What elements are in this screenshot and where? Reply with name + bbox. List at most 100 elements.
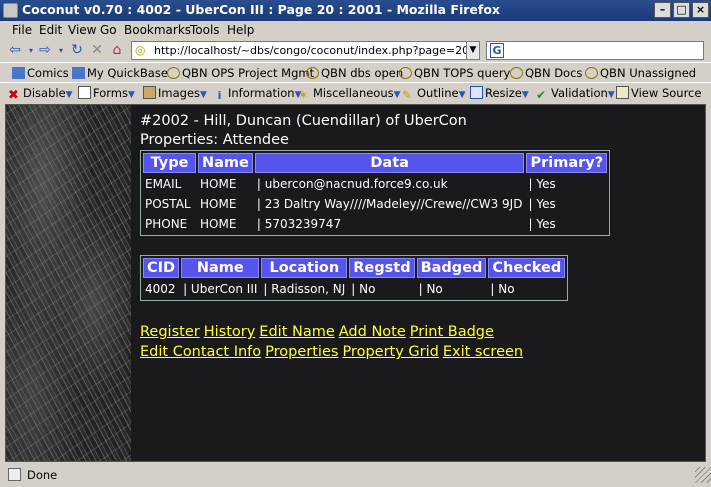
table-row: PHONE HOME | 5703239747 | Yes bbox=[143, 215, 607, 233]
dev-resize[interactable]: Resize▼ bbox=[470, 86, 529, 100]
menu-file[interactable]: File bbox=[12, 23, 32, 37]
menu-help[interactable]: Help bbox=[227, 23, 254, 37]
stop-icon[interactable]: ✕ bbox=[90, 43, 104, 58]
cell-name: HOME bbox=[200, 197, 237, 211]
bookmark-comics[interactable]: Comics bbox=[12, 66, 69, 80]
menu-bar: File Edit View Go Bookmarks Tools Help bbox=[0, 21, 711, 40]
page-title: #2002 - Hill, Duncan (Cuendillar) of Ube… bbox=[140, 113, 467, 129]
property-grid-link[interactable]: Property Grid bbox=[342, 344, 438, 360]
cell-type: EMAIL bbox=[145, 177, 182, 191]
table-header-row: Type Name Data Primary? bbox=[143, 153, 608, 173]
search-box[interactable]: G bbox=[486, 41, 704, 60]
history-link[interactable]: History bbox=[204, 324, 256, 340]
cell-data: | 23 Daltry Way////Madeley//Crewe//CW3 9… bbox=[256, 197, 523, 211]
status-bar: Done bbox=[0, 463, 711, 487]
view-source-icon bbox=[616, 86, 629, 99]
dev-images[interactable]: Images▼ bbox=[143, 86, 207, 100]
back-dropdown-icon[interactable]: ▾ bbox=[24, 43, 38, 58]
column-header-checked: Checked bbox=[488, 258, 566, 278]
cell-location: | Radisson, NJ bbox=[263, 282, 346, 296]
column-header-badged: Badged bbox=[416, 258, 487, 278]
bookmark-icon bbox=[306, 67, 319, 79]
bookmark-qbn-tops[interactable]: QBN TOPS query bbox=[399, 66, 510, 80]
url-bar[interactable]: ◎ http://localhost/~dbs/congo/coconut/in… bbox=[131, 41, 479, 60]
bookmark-qbn-dbs-open[interactable]: QBN dbs open bbox=[306, 66, 403, 80]
forward-dropdown-icon[interactable]: ▾ bbox=[54, 43, 68, 58]
information-icon: i bbox=[217, 89, 222, 102]
dev-outline[interactable]: ✎ Outline▼ bbox=[402, 86, 466, 102]
bookmark-my-quickbase[interactable]: My QuickBase bbox=[72, 66, 168, 80]
forms-icon bbox=[78, 86, 91, 99]
maximize-button[interactable]: □ bbox=[673, 2, 690, 18]
resize-icon bbox=[470, 86, 483, 99]
dev-miscellaneous[interactable]: ✶ Miscellaneous▼ bbox=[298, 86, 401, 102]
exit-screen-link[interactable]: Exit screen bbox=[443, 344, 523, 360]
register-link[interactable]: Register bbox=[140, 324, 200, 340]
table-row: 4002 | UberCon III | Radisson, NJ | No |… bbox=[143, 280, 565, 298]
bookmark-qbn-unassigned[interactable]: QBN Unassigned bbox=[585, 66, 696, 80]
menu-view[interactable]: View bbox=[68, 23, 96, 37]
column-header-primary: Primary? bbox=[526, 153, 608, 173]
home-icon[interactable]: ⌂ bbox=[110, 43, 124, 58]
print-badge-link[interactable]: Print Badge bbox=[410, 324, 494, 340]
bookmark-qbn-ops[interactable]: QBN OPS Project Mgmt bbox=[167, 66, 314, 80]
forward-icon[interactable]: ⇨ bbox=[38, 43, 52, 58]
table-row: POSTAL HOME | 23 Daltry Way////Madeley//… bbox=[143, 195, 607, 213]
dev-information[interactable]: i Information▼ bbox=[213, 86, 302, 102]
cell-cid: 4002 bbox=[145, 282, 176, 296]
cell-regstd: | No bbox=[351, 282, 376, 296]
cell-data: | ubercon@nacnud.force9.co.uk bbox=[256, 177, 448, 191]
outline-pencil-icon: ✎ bbox=[402, 88, 413, 102]
menu-tools[interactable]: Tools bbox=[190, 23, 220, 37]
url-text[interactable]: http://localhost/~dbs/congo/coconut/inde… bbox=[154, 44, 474, 57]
google-search-icon[interactable]: G bbox=[490, 43, 504, 58]
back-icon[interactable]: ⇦ bbox=[8, 43, 22, 58]
bookmark-icon bbox=[585, 67, 598, 79]
dev-validation[interactable]: ✔ Validation▼ bbox=[536, 86, 615, 102]
edit-name-link[interactable]: Edit Name bbox=[259, 324, 334, 340]
dev-disable[interactable]: ✖ Disable▼ bbox=[8, 86, 73, 102]
edit-contact-info-link[interactable]: Edit Contact Info bbox=[140, 344, 261, 360]
resize-grip-icon[interactable] bbox=[695, 467, 711, 483]
column-header-con-name: Name bbox=[181, 258, 260, 278]
bookmark-icon bbox=[167, 67, 180, 79]
url-dropdown-icon[interactable]: ▼ bbox=[466, 41, 480, 60]
page-subtitle: Properties: Attendee bbox=[140, 132, 289, 148]
cell-badged: | No bbox=[418, 282, 443, 296]
table-row: EMAIL HOME | ubercon@nacnud.force9.co.uk… bbox=[143, 175, 607, 193]
cell-primary: | Yes bbox=[528, 177, 556, 191]
web-developer-toolbar: ✖ Disable▼ Forms▼ Images▼ i Information▼ ✶… bbox=[0, 82, 711, 103]
convention-table: CID Name Location Regstd Badged Checked … bbox=[140, 255, 569, 301]
bookmark-qbn-docs[interactable]: QBN Docs bbox=[510, 66, 582, 80]
bookmark-icon bbox=[510, 67, 523, 79]
cell-type: POSTAL bbox=[145, 197, 191, 211]
dev-forms[interactable]: Forms▼ bbox=[78, 86, 135, 100]
reload-icon[interactable]: ↻ bbox=[70, 43, 84, 58]
action-links-row-1: Register History Edit Name Add Note Print Ba… bbox=[140, 324, 498, 340]
menu-bookmarks[interactable]: Bookmarks bbox=[124, 23, 191, 37]
column-header-regstd: Regstd bbox=[349, 258, 415, 278]
close-button[interactable]: × bbox=[692, 2, 709, 18]
cell-primary: | Yes bbox=[528, 197, 556, 211]
images-icon bbox=[143, 86, 156, 99]
add-note-link[interactable]: Add Note bbox=[339, 324, 406, 340]
menu-edit[interactable]: Edit bbox=[39, 23, 62, 37]
minimize-button[interactable]: – bbox=[654, 2, 671, 18]
bookmarks-toolbar: Comics My QuickBase QBN OPS Project Mgmt… bbox=[0, 62, 711, 82]
table-header-row: CID Name Location Regstd Badged Checked bbox=[143, 258, 566, 278]
menu-go[interactable]: Go bbox=[100, 23, 117, 37]
cell-name: HOME bbox=[200, 177, 237, 191]
cell-con-name: | UberCon III bbox=[183, 282, 258, 296]
disable-icon: ✖ bbox=[8, 88, 19, 103]
firefox-app-icon bbox=[3, 3, 18, 18]
status-text: Done bbox=[27, 468, 58, 482]
cell-data: | 5703239747 bbox=[256, 217, 342, 231]
action-links-row-2: Edit Contact Info Properties Property Grid… bbox=[140, 344, 527, 360]
properties-link[interactable]: Properties bbox=[265, 344, 338, 360]
cell-type: PHONE bbox=[145, 217, 188, 231]
bookmark-icon bbox=[72, 67, 85, 79]
miscellaneous-icon: ✶ bbox=[298, 88, 309, 102]
bookmark-icon bbox=[399, 67, 412, 79]
dev-view-source[interactable]: View Source bbox=[616, 86, 701, 100]
column-header-data: Data bbox=[254, 153, 525, 173]
